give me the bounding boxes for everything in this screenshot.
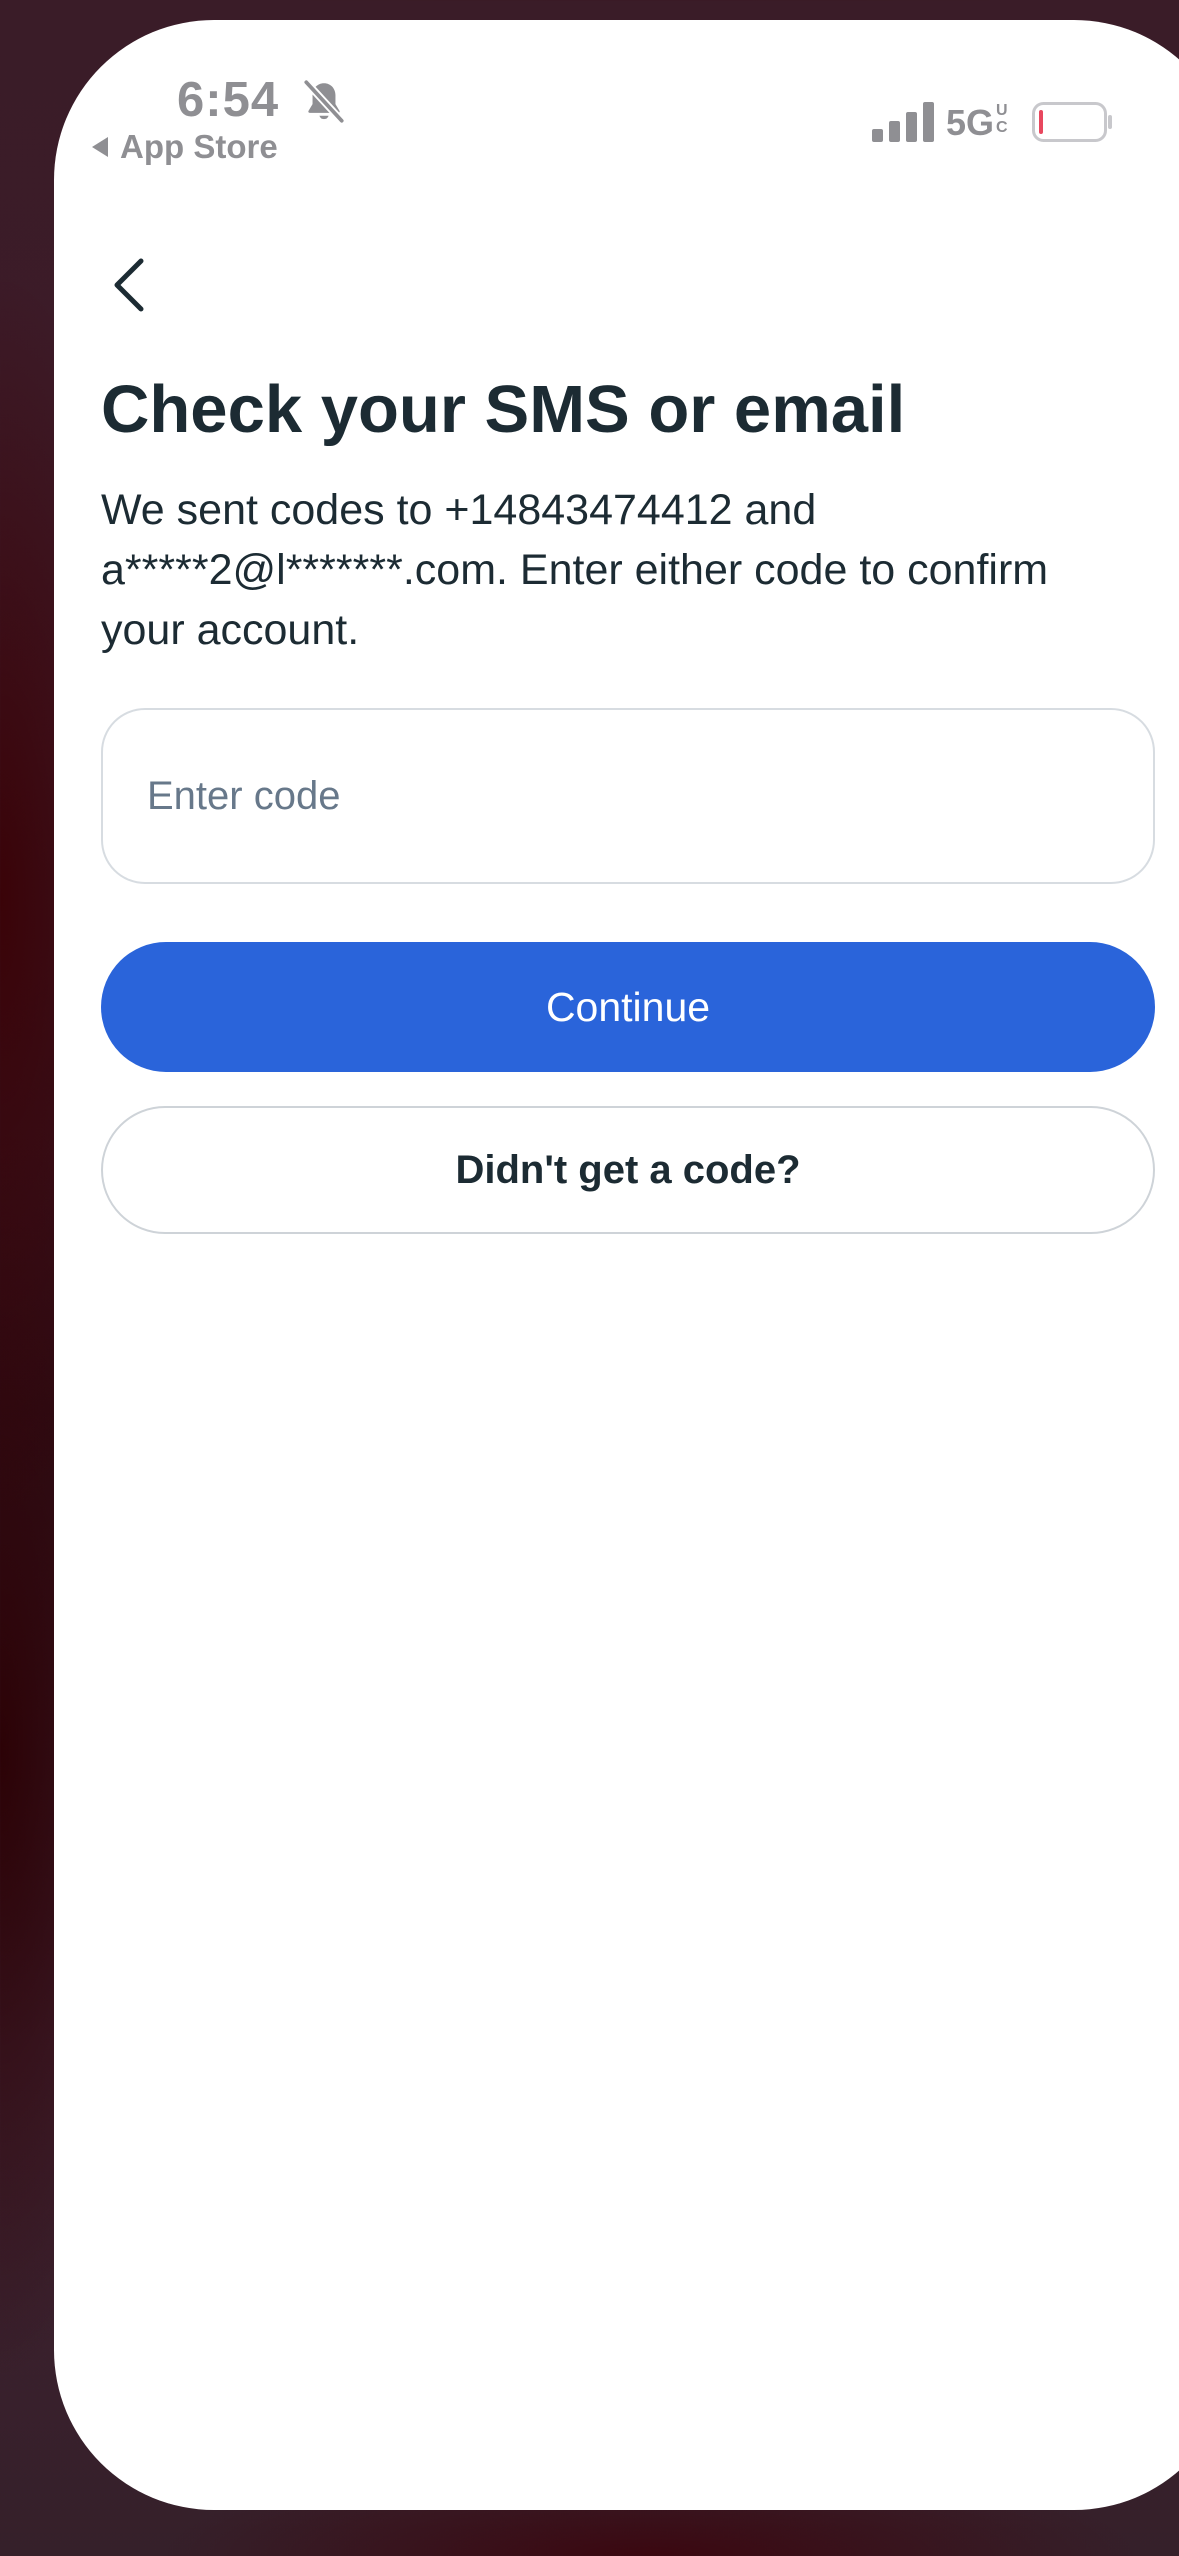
cellular-signal-icon <box>872 102 934 142</box>
page-description: We sent codes to +14843474412 and a*****… <box>101 486 1049 654</box>
network-sup-top: U <box>996 102 1008 119</box>
network-sup: U C <box>996 102 1008 136</box>
back-app-label: App Store <box>120 128 278 165</box>
continue-button[interactable]: Continue <box>101 942 1155 1072</box>
network-indicator: 5G U C <box>946 102 1008 144</box>
network-label: 5G <box>946 102 995 143</box>
phone-screen: 6:54 App Store 5G U C Check your SMS or … <box>54 20 1179 2510</box>
status-time: 6:54 <box>177 73 280 127</box>
didnt-get-code-button[interactable]: Didn't get a code? <box>101 1106 1155 1234</box>
chevron-left-icon <box>114 258 144 312</box>
battery-icon <box>1032 102 1112 142</box>
network-sup-bottom: C <box>996 119 1008 136</box>
page-title: Check your SMS or email <box>101 372 906 447</box>
back-button[interactable] <box>94 240 164 330</box>
back-to-app-store[interactable]: App Store <box>92 128 278 166</box>
code-input[interactable] <box>101 708 1155 884</box>
back-triangle-icon <box>92 137 108 157</box>
bell-slash-icon <box>302 78 346 125</box>
